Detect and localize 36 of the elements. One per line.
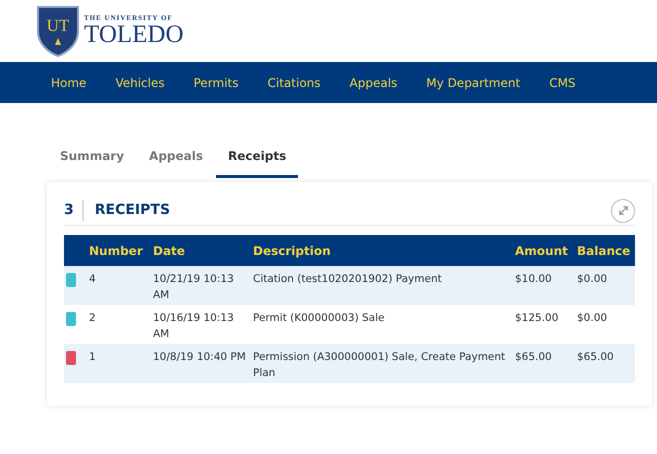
- table-cell-text: $10.00: [515, 272, 553, 287]
- table-cell-text: 4: [89, 272, 97, 287]
- table-cell-text: $125.00: [515, 311, 560, 326]
- column-header: Amount: [515, 242, 569, 260]
- card-title: RECEIPTS: [94, 201, 170, 220]
- column-header: Balance: [577, 242, 632, 260]
- shield-logo-icon: UT: [36, 5, 80, 57]
- column-header: Description: [253, 242, 332, 260]
- logo-title: TOLEDO: [84, 22, 184, 47]
- column-header: Date: [153, 242, 186, 260]
- receipt-count: 3: [64, 200, 84, 221]
- nav-link[interactable]: Vehicles: [115, 74, 165, 92]
- table-cell-text: 2: [89, 311, 97, 326]
- table-cell-text: 10/16/19 10:13 AM: [153, 311, 235, 342]
- tab[interactable]: Appeals: [137, 147, 215, 178]
- table-cell-text: Permit (K00000003) Sale: [253, 311, 386, 326]
- table-cell-text: Citation (test1020201902) Payment: [253, 272, 443, 287]
- table-cell-text: $0.00: [577, 311, 608, 326]
- table-cell-text: $65.00: [515, 350, 553, 365]
- table-cell-text: Permission (A300000001) Sale, Create Payment Plan: [253, 350, 506, 381]
- nav-link[interactable]: My Department: [426, 74, 520, 92]
- nav-link[interactable]: Permits: [194, 74, 239, 92]
- table-cell-text: 10/21/19 10:13 AM: [153, 272, 235, 303]
- column-header: Number: [89, 242, 144, 260]
- table-cell-text: $0.00: [577, 272, 608, 287]
- nav-link[interactable]: Citations: [268, 74, 321, 92]
- table-cell-text: 10/8/19 10:40 PM: [153, 350, 247, 365]
- expand-icon: [618, 205, 628, 216]
- nav-link[interactable]: Appeals: [350, 74, 398, 92]
- table-cell-text: 1: [89, 350, 97, 365]
- table-cell-text: $65.00: [577, 350, 615, 365]
- nav-link[interactable]: Home: [51, 74, 86, 92]
- tab[interactable]: Receipts: [216, 147, 298, 178]
- nav-link[interactable]: CMS: [549, 74, 576, 92]
- tab[interactable]: Summary: [48, 147, 136, 178]
- expand-button[interactable]: [611, 198, 635, 222]
